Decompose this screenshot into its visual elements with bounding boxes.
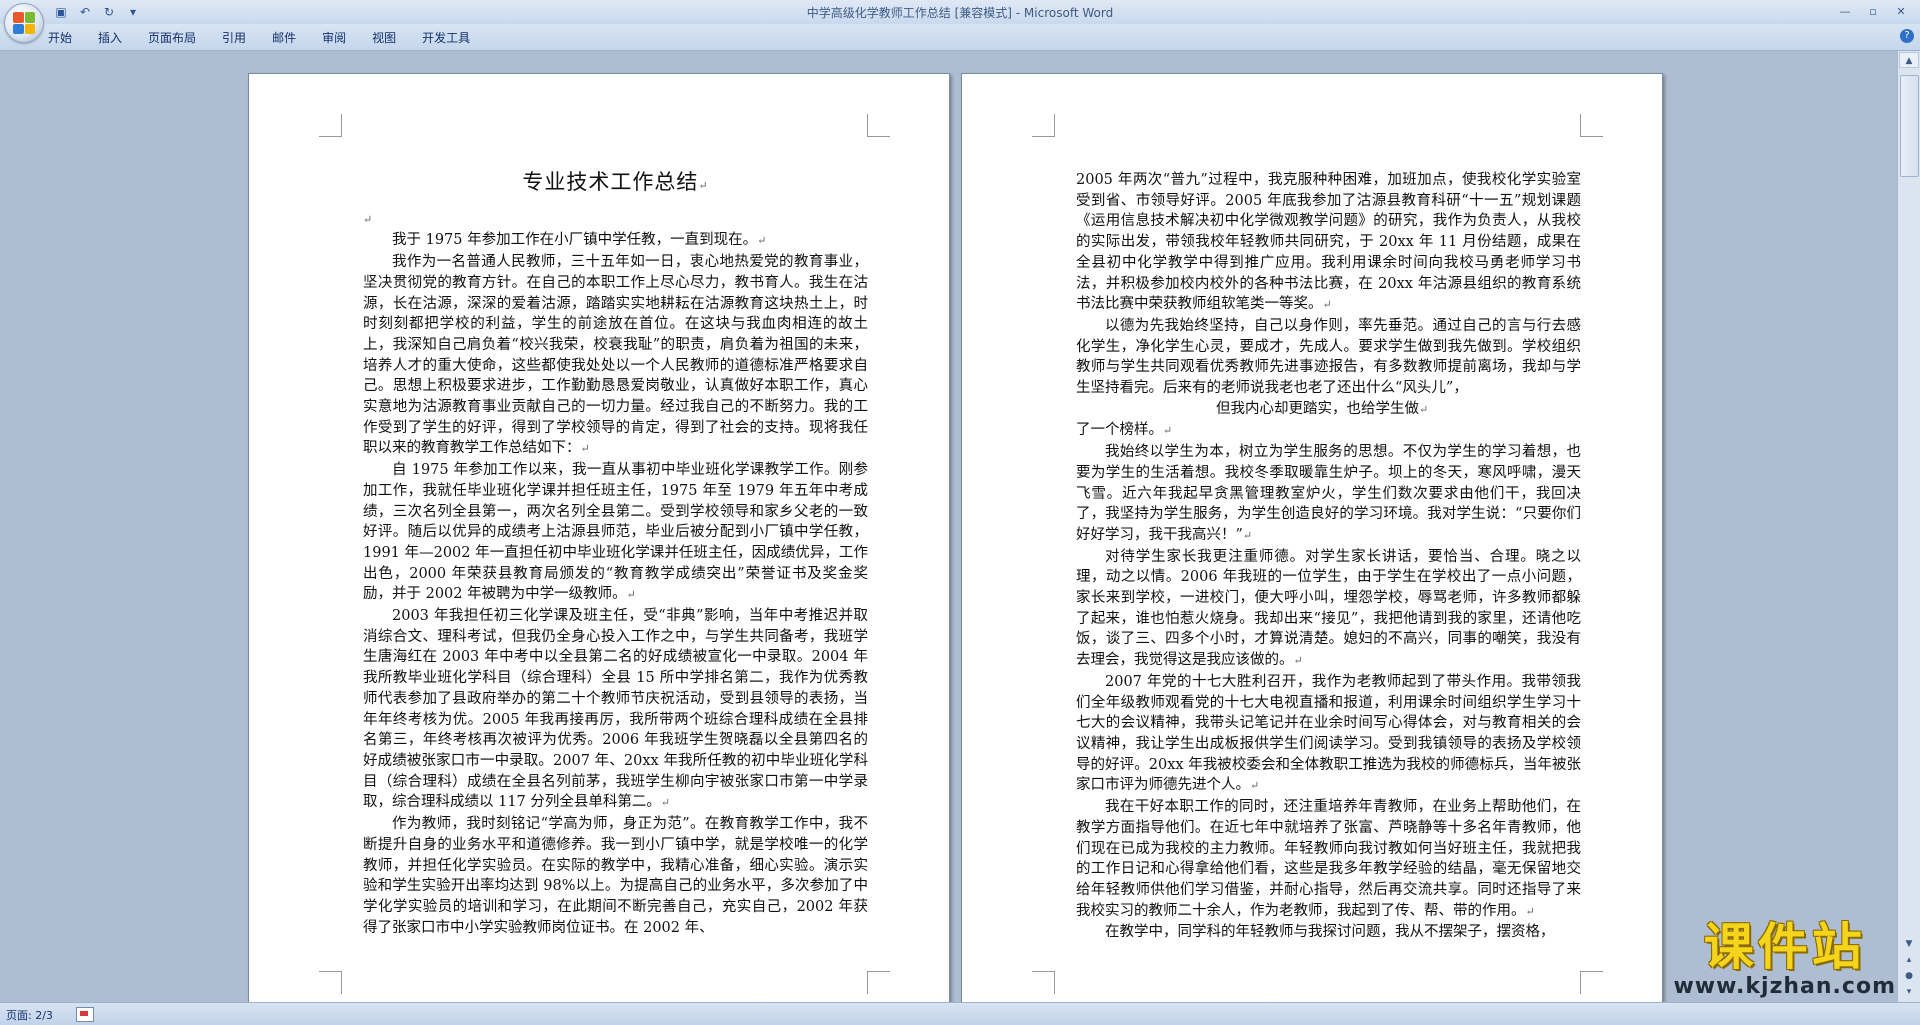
paragraph: 2007 年党的十七大胜利召开，我作为老教师起到了带头作用。我带领我们全年级教师… [1076,673,1581,794]
maximize-button[interactable]: ▫ [1860,2,1886,20]
browse-object-icon[interactable]: ● [1902,969,1916,983]
page-2-body[interactable]: 2005 年两次“普九”过程中，我克服种种困难，加班加点，使我校化学实验室受到省… [1076,170,1581,943]
paragraph: 我作为一名普通人民教师，三十五年如一日，衷心地热爱党的教育事业，坚决贯彻党的教育… [363,254,868,457]
tab-view[interactable]: 视图 [372,29,396,46]
page-1-body[interactable]: 专业技术工作总结↵ ↵ 我于 1975 年参加工作在小厂镇中学任教，一直到现在。… [363,172,868,938]
crop-mark [867,114,890,137]
paragraph: 自 1975 年参加工作以来，我一直从事初中毕业班化学课教学工作。刚参加工作，我… [363,462,868,603]
document-area[interactable]: 专业技术工作总结↵ ↵ 我于 1975 年参加工作在小厂镇中学任教，一直到现在。… [0,51,1898,1003]
paragraph: 2005 年两次“普九”过程中，我克服种种困难，加班加点，使我校化学实验室受到省… [1076,172,1581,313]
help-icon[interactable]: ? [1900,29,1914,43]
office-button[interactable] [4,3,44,43]
paragraph: 对待学生家长我更注重师德。对学生家长讲话，要恰当、合理。晓之以理，动之以情。20… [1076,548,1581,669]
paragraph: 在教学中，同学科的年轻教师与我探讨问题，我从不摆架子，摆资格， [1105,924,1555,941]
scroll-up-arrow-icon[interactable]: ▲ [1899,52,1919,68]
window-controls: — ▫ ✕ [1832,2,1914,20]
tab-review[interactable]: 审阅 [322,29,346,46]
crop-mark [1032,114,1055,137]
window-title: 中学高级化学教师工作总结 [兼容模式] - Microsoft Word [806,6,1114,20]
document-page-2[interactable]: 2005 年两次“普九”过程中，我克服种种困难，加班加点，使我校化学实验室受到省… [961,73,1663,1003]
crop-mark [1032,971,1055,994]
paragraph: 2003 年我担任初三化学课及班主任，受“非典”影响，当年中考推迟并取消综合文、… [363,608,868,811]
tab-developer[interactable]: 开发工具 [422,29,470,46]
tab-page-layout[interactable]: 页面布局 [148,29,196,46]
paragraph: 以德为先我始终坚持，自己以身作则，率先垂范。通过自己的言与行去感化学生，净化学生… [1076,317,1581,397]
next-page-icon[interactable]: ▾ [1902,985,1916,999]
tab-home[interactable]: 开始 [48,29,72,46]
minimize-button[interactable]: — [1832,2,1858,20]
title-bar: ▣ ↶ ↻ ▾ 中学高级化学教师工作总结 [兼容模式] - Microsoft … [0,0,1920,43]
close-button[interactable]: ✕ [1888,2,1914,20]
office-button-icon [13,12,35,34]
paragraph: 了一个榜样。↵ [1076,422,1173,439]
tab-references[interactable]: 引用 [222,29,246,46]
paragraph: 我于 1975 年参加工作在小厂镇中学任教，一直到现在。↵ [392,232,767,249]
page-indicator[interactable]: 页面: 2/3 [6,1007,53,1023]
watermark-logo: 课件站 www.kjzhan.com [1673,920,1896,999]
document-title: 专业技术工作总结↵ [522,170,709,194]
paragraph: 我始终以学生为本，树立为学生服务的思想。不仅为学生的学习着想，也要为学生的生活着… [1076,444,1581,543]
proofing-icon[interactable] [76,1007,94,1022]
crop-mark [319,971,342,994]
crop-mark [867,971,890,994]
paragraph: 但我内心却更踏实，也给学生做↵ [1216,400,1429,417]
ribbon-tabs: 开始 插入 页面布局 引用 邮件 审阅 视图 开发工具 ? [0,24,1920,51]
watermark-url: www.kjzhan.com [1673,974,1896,999]
crop-mark [1580,971,1603,994]
document-page-1[interactable]: 专业技术工作总结↵ ↵ 我于 1975 年参加工作在小厂镇中学任教，一直到现在。… [248,73,950,1003]
scroll-down-arrow-icon[interactable]: ▼ [1902,937,1916,951]
paragraph: 作为教师，我时刻铭记“学高为师，身正为范”。在教育教学工作中，我不断提升自身的业… [363,816,868,936]
crop-mark [1580,114,1603,137]
watermark-text: 课件站 [1703,918,1866,976]
previous-page-icon[interactable]: ▴ [1902,953,1916,967]
crop-mark [319,114,342,137]
paragraph: 我在干好本职工作的同时，还注重培养年青教师，在业务上帮助他们，在教学方面指导他们… [1076,799,1581,919]
vertical-scrollbar[interactable]: ▲ ▼ ▴ ● ▾ [1897,51,1920,1003]
status-bar: 页面: 2/3 [0,1002,1920,1025]
tab-insert[interactable]: 插入 [98,29,122,46]
tab-mailings[interactable]: 邮件 [272,29,296,46]
scroll-thumb[interactable] [1900,75,1919,177]
